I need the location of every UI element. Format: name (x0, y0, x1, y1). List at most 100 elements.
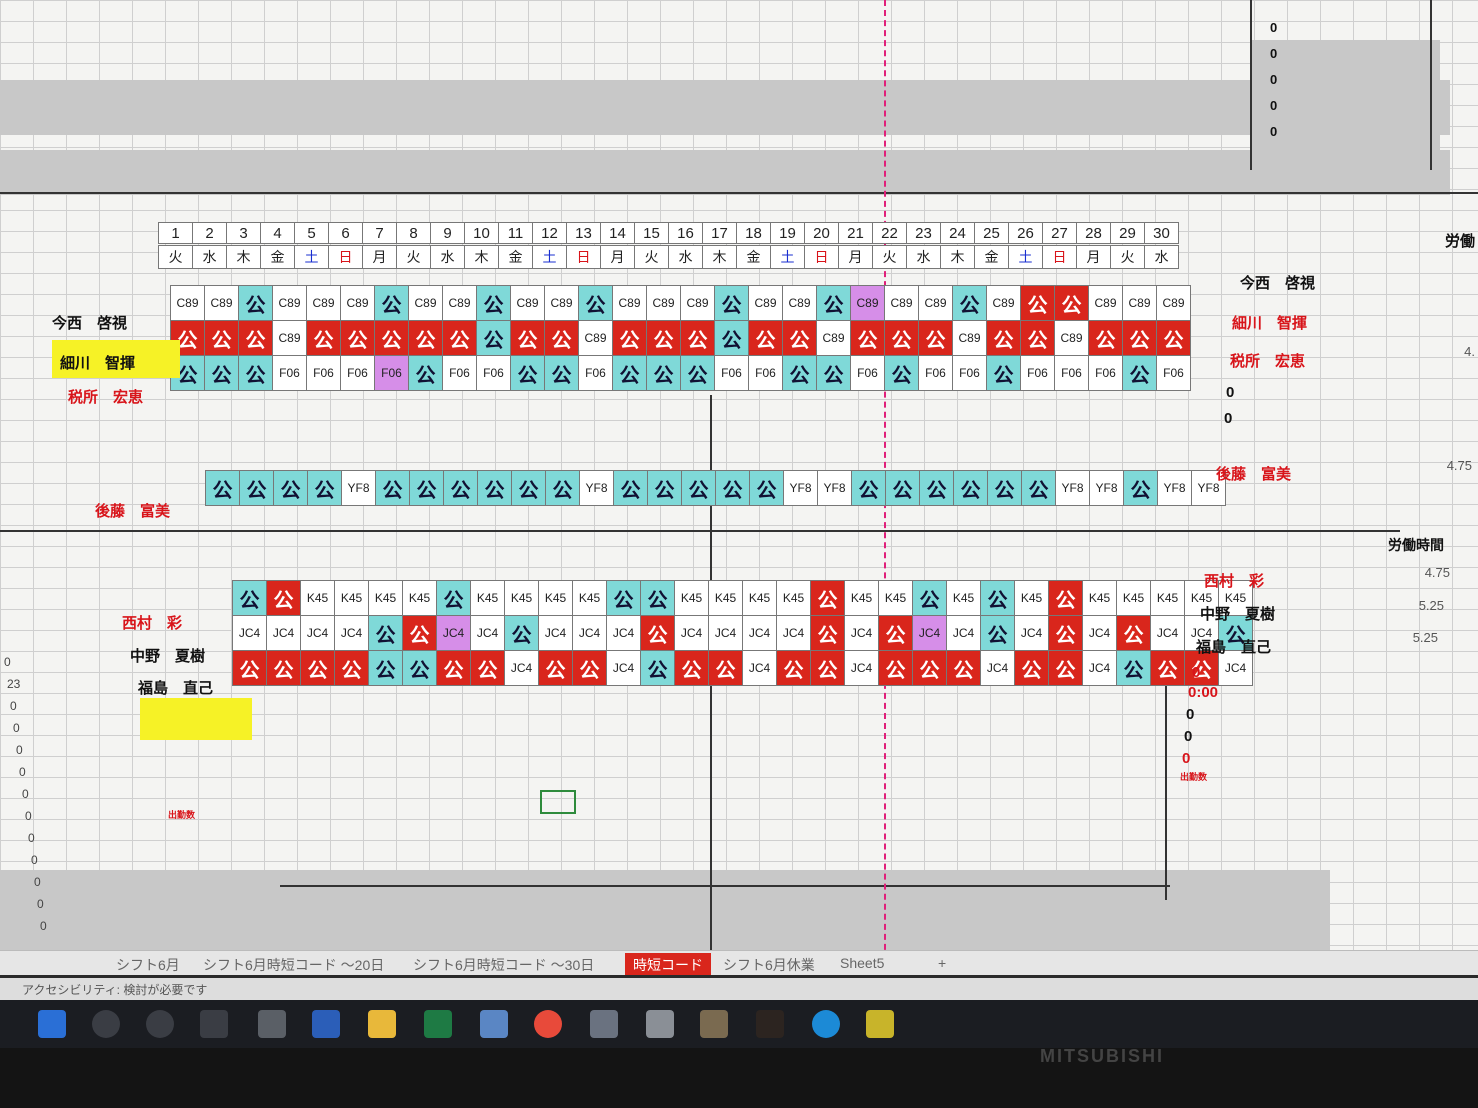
shift-cell[interactable]: 公 (402, 650, 437, 686)
shift-cell[interactable]: 公 (647, 470, 682, 506)
shift-cell[interactable]: F06 (374, 355, 409, 391)
shift-cell[interactable]: C89 (306, 285, 341, 321)
shift-cell[interactable]: K45 (1116, 580, 1151, 616)
day-header[interactable]: 24 (940, 222, 975, 244)
shift-cell[interactable]: 公 (1150, 650, 1185, 686)
shift-cell[interactable]: 公 (340, 320, 375, 356)
weekday-header[interactable]: 日 (804, 245, 839, 269)
shift-cell[interactable]: F06 (442, 355, 477, 391)
weekday-header[interactable]: 木 (702, 245, 737, 269)
shift-cell[interactable]: 公 (1054, 285, 1089, 321)
shift-cell[interactable]: 公 (232, 580, 267, 616)
word-icon[interactable] (312, 1010, 340, 1038)
weekday-header[interactable]: 火 (872, 245, 907, 269)
shift-cell[interactable]: 公 (408, 355, 443, 391)
shift-cell[interactable]: C89 (170, 285, 205, 321)
day-header[interactable]: 2 (192, 222, 227, 244)
shift-cell[interactable]: 公 (470, 650, 505, 686)
shift-cell[interactable]: 公 (1156, 320, 1191, 356)
shift-cell[interactable]: 公 (884, 355, 919, 391)
tab-sheet-2[interactable]: シフト6月時短コード ～20日 (195, 953, 392, 975)
shift-cell[interactable]: 公 (1088, 320, 1123, 356)
shift-cell[interactable]: 公 (510, 320, 545, 356)
day-header[interactable]: 29 (1110, 222, 1145, 244)
shift-cell[interactable]: 公 (748, 320, 783, 356)
day-header[interactable]: 19 (770, 222, 805, 244)
shift-cell[interactable]: JC4 (538, 615, 573, 651)
shift-cell[interactable]: 公 (749, 470, 784, 506)
shift-cell[interactable]: C89 (1156, 285, 1191, 321)
day-header[interactable]: 17 (702, 222, 737, 244)
shift-cell[interactable]: F06 (272, 355, 307, 391)
shift-cell[interactable]: 公 (266, 580, 301, 616)
shift-cell[interactable]: 公 (980, 580, 1015, 616)
shift-cell[interactable]: F06 (952, 355, 987, 391)
shift-cell[interactable]: 公 (476, 320, 511, 356)
shift-cell[interactable]: 公 (810, 580, 845, 616)
day-header[interactable]: 21 (838, 222, 873, 244)
shift-cell[interactable]: 公 (238, 285, 273, 321)
shift-cell[interactable]: K45 (1014, 580, 1049, 616)
shift-cell[interactable]: YF8 (783, 470, 818, 506)
day-header[interactable]: 6 (328, 222, 363, 244)
shift-row-goto[interactable]: 公公公公 YF8 公公公公公公 YF8 公公公公公 YF8 YF8 公公公公公公 YF8 YF8 公… (205, 470, 1226, 506)
shift-cell[interactable]: C89 (510, 285, 545, 321)
day-header[interactable]: 15 (634, 222, 669, 244)
shift-cell[interactable]: 公 (273, 470, 308, 506)
shift-cell[interactable]: 公 (606, 580, 641, 616)
shift-cell[interactable]: C89 (986, 285, 1021, 321)
day-header[interactable]: 13 (566, 222, 601, 244)
illustrator-icon[interactable] (756, 1010, 784, 1038)
app-icon[interactable] (700, 1010, 728, 1038)
shift-cell[interactable]: JC4 (844, 615, 879, 651)
shift-cell[interactable]: YF8 (341, 470, 376, 506)
shift-cell[interactable]: JC4 (300, 615, 335, 651)
shift-cell[interactable]: 公 (374, 320, 409, 356)
shift-cell[interactable]: 公 (1014, 650, 1049, 686)
shift-cell[interactable]: 公 (782, 320, 817, 356)
tab-sheet-3[interactable]: シフト6月時短コード ～30日 (405, 953, 602, 975)
shift-cell[interactable]: C89 (442, 285, 477, 321)
day-header[interactable]: 16 (668, 222, 703, 244)
shift-cell[interactable]: F06 (306, 355, 341, 391)
shift-cell[interactable]: 公 (266, 650, 301, 686)
shift-cell[interactable]: 公 (578, 285, 613, 321)
weekday-header[interactable]: 火 (158, 245, 193, 269)
weekday-header[interactable]: 火 (396, 245, 431, 269)
shift-cell[interactable]: C89 (680, 285, 715, 321)
shift-cell[interactable]: 公 (912, 650, 947, 686)
shift-cell[interactable]: JC4 (334, 615, 369, 651)
shift-cell[interactable]: K45 (334, 580, 369, 616)
weekday-header[interactable]: 水 (192, 245, 227, 269)
weekday-header[interactable]: 日 (566, 245, 601, 269)
shift-cell[interactable]: JC4 (504, 650, 539, 686)
shift-cell[interactable]: JC4 (742, 650, 777, 686)
shift-cell[interactable]: C89 (918, 285, 953, 321)
add-sheet-button[interactable]: + (930, 953, 954, 975)
shift-cell[interactable]: 公 (646, 355, 681, 391)
shift-cell[interactable]: 公 (307, 470, 342, 506)
shift-cell[interactable]: 公 (816, 285, 851, 321)
shift-cell[interactable]: 公 (436, 650, 471, 686)
shift-cell[interactable]: YF8 (579, 470, 614, 506)
shift-cell[interactable]: 公 (953, 470, 988, 506)
weekday-header[interactable]: 水 (430, 245, 465, 269)
shift-cell[interactable]: JC4 (844, 650, 879, 686)
shift-cell[interactable]: JC4 (776, 615, 811, 651)
shift-cell[interactable]: 公 (544, 355, 579, 391)
weekday-header[interactable]: 月 (362, 245, 397, 269)
shift-cell[interactable]: K45 (300, 580, 335, 616)
shift-cell[interactable]: 公 (375, 470, 410, 506)
shift-cell[interactable]: K45 (946, 580, 981, 616)
shift-cell[interactable]: 公 (1122, 355, 1157, 391)
shift-cell[interactable]: 公 (232, 650, 267, 686)
shift-cell[interactable]: 公 (1123, 470, 1158, 506)
shift-cell[interactable]: 公 (850, 320, 885, 356)
tab-sheet-5[interactable]: シフト6月休業 (715, 953, 823, 975)
day-header[interactable]: 20 (804, 222, 839, 244)
shift-cell[interactable]: YF8 (1089, 470, 1124, 506)
weekday-header[interactable]: 土 (770, 245, 805, 269)
day-header[interactable]: 28 (1076, 222, 1111, 244)
shift-cell[interactable]: 公 (204, 355, 239, 391)
day-header[interactable]: 22 (872, 222, 907, 244)
